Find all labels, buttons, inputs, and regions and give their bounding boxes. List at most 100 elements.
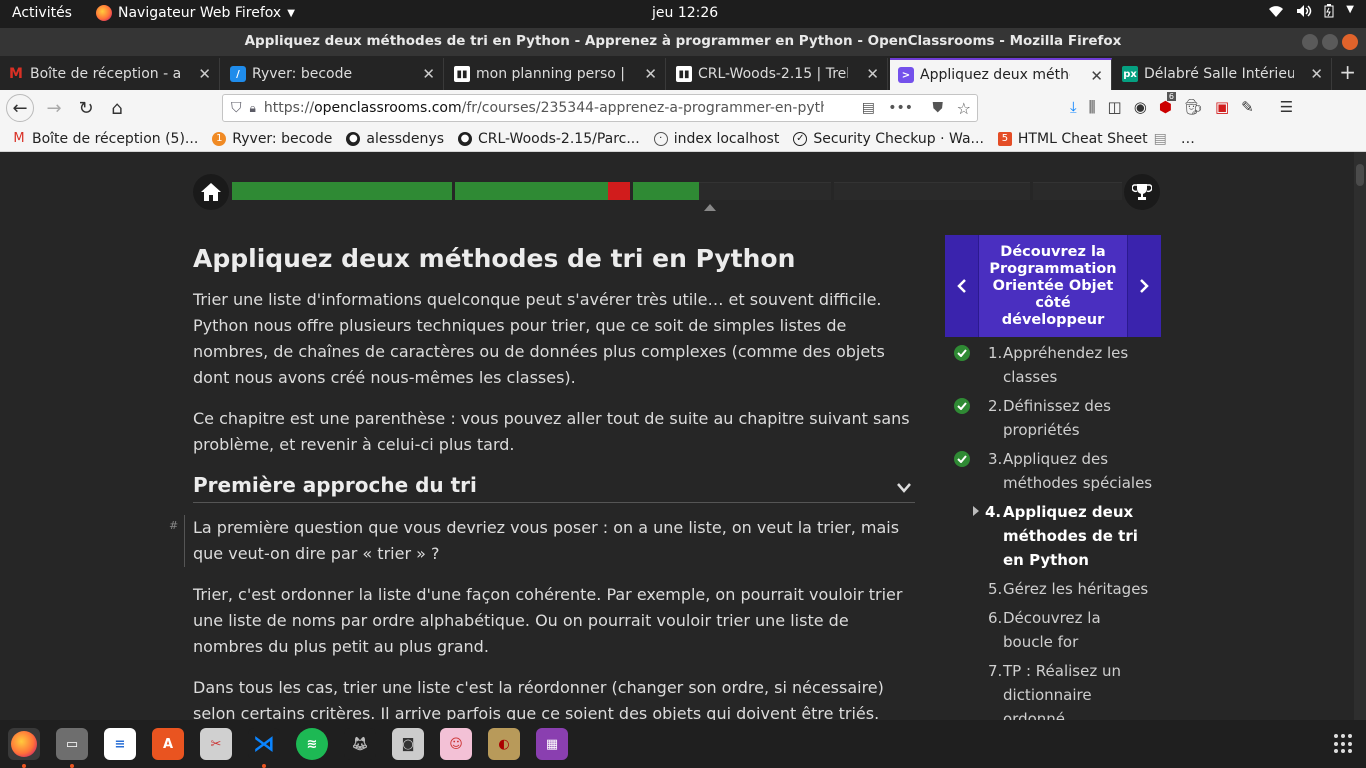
lock-icon[interactable]: 🔒︎ [250, 101, 256, 116]
dock: ▭ ≡ A ✂ ⋊ ≋ 🦊︎ ◙ ☺ ◐ ▦ [0, 720, 1366, 768]
bookmarks-overflow-button[interactable]: … [1181, 131, 1195, 147]
page-scrollbar[interactable] [1354, 152, 1366, 720]
chapter-item[interactable]: 5. Gérez les héritages [945, 577, 1161, 601]
tab-trello-planning[interactable]: ▮▮ mon planning perso | Tre ✕ [446, 58, 666, 90]
bookmark-alessdenys[interactable]: ● alessdenys [346, 131, 444, 147]
course-home-button[interactable] [193, 174, 229, 210]
dock-settings[interactable]: ✂ [200, 728, 232, 760]
bookmark-label: Boîte de réception (5)... [32, 130, 199, 147]
section-title: Première approche du tri [193, 473, 477, 497]
progress-position-marker [704, 204, 716, 211]
previous-part-button[interactable] [945, 235, 979, 337]
close-window-button[interactable] [1342, 34, 1358, 50]
bookmark-gmail[interactable]: M Boîte de réception (5)... [12, 131, 198, 147]
next-part-button[interactable] [1127, 235, 1161, 337]
dock-app-character[interactable]: ☺ [440, 728, 472, 760]
running-indicator [70, 764, 74, 768]
show-applications-icon[interactable] [1334, 734, 1354, 754]
progress-segment[interactable] [232, 182, 452, 200]
part-header: Découvrez la Programmation Orientée Obje… [945, 235, 1161, 337]
paragraph-block: # La première question que vous devriez … [169, 515, 915, 567]
vscode-icon: ⋊ [253, 731, 275, 757]
account-icon[interactable]: ◉ [1134, 98, 1147, 116]
close-icon[interactable]: ✕ [198, 65, 211, 83]
html-icon: 5 [997, 131, 1012, 146]
chapter-title: Appliquez deux méthodes de tri en Python [193, 244, 796, 273]
bookmark-crl-woods[interactable]: ● CRL-Woods-2.15/Parc... [458, 131, 640, 147]
tab-trello-crl[interactable]: ▮▮ CRL-Woods-2.15 | Trello ✕ [668, 58, 888, 90]
chapter-item-current[interactable]: 4. Appliquez deux méthodes de tri en Pyt… [945, 500, 1161, 572]
section-heading[interactable]: Première approche du tri [193, 473, 915, 503]
minimize-button[interactable] [1302, 34, 1318, 50]
chevron-down-icon[interactable] [897, 481, 911, 495]
system-tray[interactable]: ▼ [1268, 4, 1354, 22]
chapter-item[interactable]: 7. TP : Réalisez un dictionnaire ordonné [945, 659, 1161, 720]
bookmark-html-cheat-sheet[interactable]: 5 HTML Cheat Sheet ▤ [997, 131, 1167, 147]
bookmark-index-localhost[interactable]: · index localhost [653, 131, 779, 147]
dock-firefox[interactable] [8, 728, 40, 760]
progress-segment[interactable] [455, 182, 608, 200]
tab-openclassrooms[interactable]: > Appliquez deux méthode ✕ [890, 58, 1112, 90]
bookmark-security-checkup[interactable]: ✓ Security Checkup · Wa... [793, 131, 984, 147]
forward-button[interactable]: → [40, 94, 68, 122]
reader-view-icon[interactable]: ▤ [862, 100, 875, 116]
chapter-item[interactable]: 1. Appréhendez les classes [945, 341, 1161, 389]
close-icon[interactable]: ✕ [866, 65, 879, 83]
pdf-extension-icon[interactable]: ▣ [1215, 98, 1229, 116]
library-icon[interactable]: ⫼ [1089, 98, 1096, 116]
dock-writer[interactable]: ≡ [104, 728, 136, 760]
github-icon: ● [346, 131, 361, 146]
dock-gimp[interactable]: 🦊︎ [344, 728, 376, 760]
site-info-shield-icon[interactable]: ⛉ [231, 100, 242, 116]
close-icon[interactable]: ✕ [1090, 67, 1103, 85]
bookmark-ryver[interactable]: 1 Ryver: becode [212, 131, 332, 147]
home-button[interactable]: ⌂ [103, 94, 131, 122]
download-icon[interactable]: ⤓ [1070, 98, 1077, 116]
reload-button[interactable]: ↻ [72, 94, 100, 122]
chapter-item[interactable]: 3. Appliquez des méthodes spéciales [945, 447, 1161, 495]
dock-spotify[interactable]: ≋ [296, 728, 328, 760]
sidebar-icon[interactable]: ◫ [1108, 98, 1122, 116]
url-bar[interactable]: ⛉ 🔒︎ https://openclassrooms.com/fr/cours… [222, 94, 978, 122]
eyedropper-icon[interactable]: ✎ [1241, 98, 1254, 116]
progress-segment[interactable] [699, 182, 831, 200]
back-button[interactable]: ← [6, 94, 34, 122]
maximize-button[interactable] [1322, 34, 1338, 50]
gmail-icon: M [13, 131, 25, 146]
bookmark-star-icon[interactable]: ☆ [957, 99, 971, 118]
close-icon[interactable]: ✕ [422, 65, 435, 83]
scrollbar-thumb[interactable] [1356, 164, 1364, 186]
dock-camera[interactable]: ◙ [392, 728, 424, 760]
pocket-icon[interactable]: ⛊ [933, 100, 944, 116]
page-actions-icon[interactable]: ••• [888, 100, 913, 116]
tab-gmail[interactable]: M Boîte de réception - ales ✕ [0, 58, 220, 90]
dock-software[interactable]: A [152, 728, 184, 760]
spy-extension-icon[interactable]: 🕵︎ [1184, 98, 1203, 116]
progress-segment-current[interactable] [608, 182, 630, 200]
gmail-icon: M [9, 66, 23, 82]
system-top-bar: Activités Navigateur Web Firefox ▼ jeu 1… [0, 0, 1366, 28]
progress-segment[interactable] [1033, 182, 1122, 200]
dock-app-game[interactable]: ◐ [488, 728, 520, 760]
close-icon[interactable]: ✕ [644, 65, 657, 83]
progress-segment[interactable] [834, 182, 1030, 200]
tab-px[interactable]: px Délabré Salle Intérieur - ✕ [1114, 58, 1332, 90]
anchor-link[interactable]: # [169, 519, 178, 532]
dock-vscode[interactable]: ⋊ [248, 728, 280, 760]
url-text: https://openclassrooms.com/fr/courses/23… [264, 100, 824, 116]
close-icon[interactable]: ✕ [1310, 65, 1323, 83]
dock-video-editor[interactable]: ▦ [536, 728, 568, 760]
new-tab-button[interactable]: + [1339, 60, 1356, 84]
chapter-item[interactable]: 6. Découvrez la boucle for [945, 606, 1161, 654]
ublock-icon[interactable]: ⬢ 6 [1159, 92, 1176, 116]
tab-ryver[interactable]: / Ryver: becode ✕ [222, 58, 444, 90]
dock-files[interactable]: ▭ [56, 728, 88, 760]
clock[interactable]: jeu 12:26 [652, 5, 718, 21]
menu-icon[interactable]: ☰ [1280, 98, 1293, 116]
progress-segment[interactable] [633, 182, 699, 200]
course-completion-button[interactable] [1124, 174, 1160, 210]
wifi-icon [1268, 4, 1284, 22]
activities-button[interactable]: Activités [12, 5, 72, 21]
app-menu[interactable]: Navigateur Web Firefox ▼ [96, 5, 295, 21]
chapter-item[interactable]: 2. Définissez des propriétés [945, 394, 1161, 442]
